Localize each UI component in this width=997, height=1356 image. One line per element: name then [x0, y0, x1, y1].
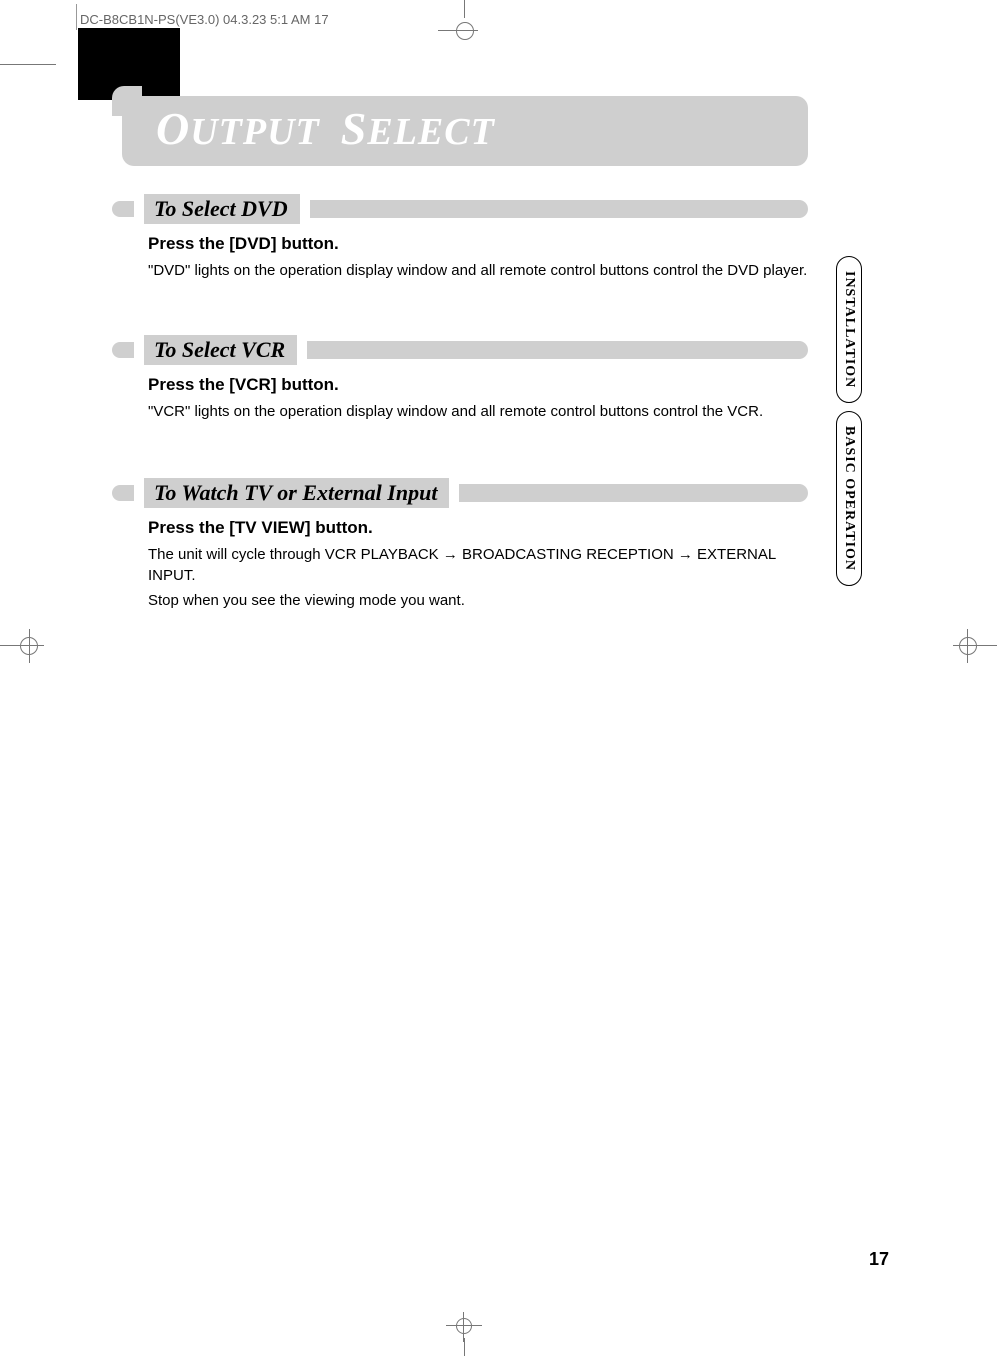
page-title-banner: OUTPUT SELECT [122, 96, 808, 166]
side-tabs: INSTALLATION BASIC OPERATION [836, 256, 862, 586]
tab-installation: INSTALLATION [836, 256, 862, 403]
heading-rule [459, 484, 808, 502]
heading-rule [310, 200, 808, 218]
section-heading: To Select VCR [144, 335, 297, 365]
section-watch-tv: To Watch TV or External Input Press the … [112, 478, 808, 611]
description-text: Stop when you see the viewing mode you w… [148, 590, 808, 611]
tab-basic-operation: BASIC OPERATION [836, 411, 862, 586]
description-text: "DVD" lights on the operation display wi… [148, 260, 808, 281]
section-select-dvd: To Select DVD Press the [DVD] button. "D… [112, 194, 808, 281]
heading-rule [307, 341, 808, 359]
section-header: To Select DVD [112, 194, 808, 224]
registration-cross [438, 30, 478, 31]
page-number: 17 [869, 1249, 889, 1270]
instruction-text: Press the [VCR] button. [148, 375, 808, 395]
registration-mark-icon [446, 1316, 486, 1356]
registration-mark-icon [0, 625, 44, 669]
section-heading: To Watch TV or External Input [144, 478, 449, 508]
print-header-meta: DC-B8CB1N-PS(VE3.0) 04.3.23 5:1 AM 17 [80, 12, 329, 27]
page-title: OUTPUT SELECT [156, 102, 495, 155]
registration-mark-icon [446, 0, 486, 40]
instruction-text: Press the [TV VIEW] button. [148, 518, 808, 538]
section-header: To Select VCR [112, 335, 808, 365]
instruction-text: Press the [DVD] button. [148, 234, 808, 254]
bullet-icon [112, 342, 134, 358]
trim-mark [0, 64, 56, 65]
bullet-icon [112, 485, 134, 501]
description-text: The unit will cycle through VCR PLAYBACK… [148, 544, 808, 586]
page-content: OUTPUT SELECT To Select DVD Press the [D… [112, 96, 808, 615]
section-header: To Watch TV or External Input [112, 478, 808, 508]
bullet-icon [112, 201, 134, 217]
section-heading: To Select DVD [144, 194, 300, 224]
registration-mark-icon [953, 625, 997, 669]
section-select-vcr: To Select VCR Press the [VCR] button. "V… [112, 335, 808, 422]
description-text: "VCR" lights on the operation display wi… [148, 401, 808, 422]
